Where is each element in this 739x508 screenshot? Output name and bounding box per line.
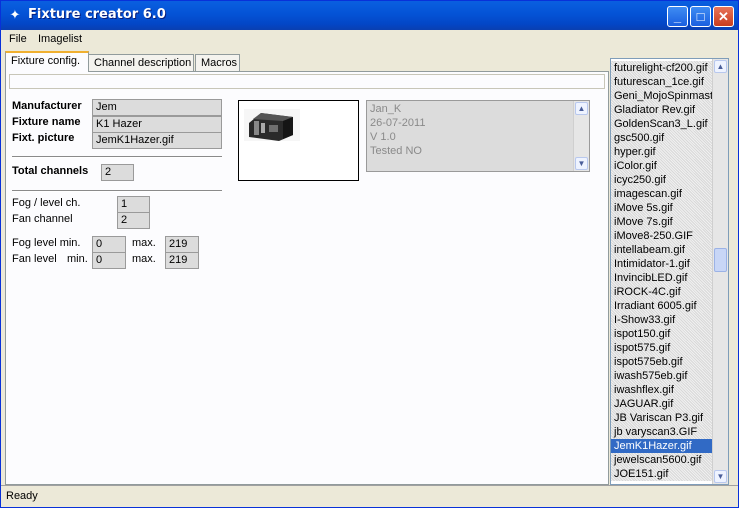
list-item[interactable]: Intimidator-1.gif: [611, 257, 712, 271]
fan-channel-label: Fan channel: [12, 213, 73, 225]
fog-level-ch-field[interactable]: 1: [117, 196, 150, 213]
status-text: Ready: [6, 490, 38, 502]
list-item[interactable]: JAGUAR.gif: [611, 397, 712, 411]
notes-version: V 1.0: [370, 131, 396, 143]
menu-bar: File Imagelist: [1, 30, 738, 48]
list-item[interactable]: hyper.gif: [611, 145, 712, 159]
scroll-down-icon[interactable]: ▼: [575, 157, 588, 170]
fixture-picture-frame[interactable]: [238, 100, 359, 181]
tab-macros[interactable]: Macros: [195, 54, 240, 71]
maximize-icon: □: [696, 9, 705, 24]
window-title: Fixture creator 6.0: [28, 7, 166, 22]
hazer-fixture-image: [244, 109, 300, 141]
fixture-config-panel: Manufacturer Jem Fixture name K1 Hazer F…: [5, 71, 609, 485]
divider: [12, 156, 222, 158]
list-item[interactable]: JemK1Hazer.gif: [611, 439, 712, 453]
scroll-up-icon[interactable]: ▲: [575, 102, 588, 115]
close-button[interactable]: ✕: [713, 6, 734, 27]
total-channels-field[interactable]: 2: [101, 164, 134, 181]
list-item[interactable]: InvincibLED.gif: [611, 271, 712, 285]
list-item[interactable]: intellabeam.gif: [611, 243, 712, 257]
list-item[interactable]: ispot575eb.gif: [611, 355, 712, 369]
list-item[interactable]: futurescan_1ce.gif: [611, 75, 712, 89]
list-item[interactable]: jewelscan5600.gif: [611, 453, 712, 467]
tab-channel-description[interactable]: Channel description: [88, 54, 194, 71]
fog-level-ch-label: Fog / level ch.: [12, 197, 81, 209]
maximize-button[interactable]: □: [690, 6, 711, 27]
notes-date: 26-07-2011: [370, 117, 426, 129]
list-item[interactable]: JB Variscan P3.gif: [611, 411, 712, 425]
imagelist-listbox[interactable]: futurelight-cf200.gif futurescan_1ce.gif G…: [610, 58, 729, 485]
list-item[interactable]: icyc250.gif: [611, 173, 712, 187]
list-item[interactable]: ispot150.gif: [611, 327, 712, 341]
notes-scrollbar[interactable]: ▲ ▼: [573, 101, 589, 171]
menu-file[interactable]: File: [9, 33, 27, 45]
list-item[interactable]: Irradiant 6005.gif: [611, 299, 712, 313]
fog-max-label: max.: [132, 237, 156, 249]
app-icon: ✦: [9, 7, 21, 22]
fixture-name-field[interactable]: K1 Hazer: [92, 116, 222, 133]
list-item[interactable]: jb varyscan3.GIF: [611, 425, 712, 439]
list-item[interactable]: imagescan.gif: [611, 187, 712, 201]
fan-max-label: max.: [132, 253, 156, 265]
close-icon: ✕: [718, 9, 729, 24]
list-item[interactable]: iwash575eb.gif: [611, 369, 712, 383]
list-item[interactable]: gsc500.gif: [611, 131, 712, 145]
app-window: ✦ Fixture creator 6.0 _ □ ✕ File Imageli…: [0, 0, 739, 508]
list-item[interactable]: iMove 7s.gif: [611, 215, 712, 229]
imagelist-scrollbar[interactable]: ▲ ▼: [712, 59, 728, 484]
scroll-down-icon[interactable]: ▼: [714, 470, 727, 483]
list-item[interactable]: Geni_MojoSpinmaste: [611, 89, 712, 103]
manufacturer-field[interactable]: Jem: [92, 99, 222, 116]
notes-author: Jan_K: [370, 103, 402, 115]
fan-level-label: Fan level: [12, 253, 57, 265]
scroll-up-icon[interactable]: ▲: [714, 60, 727, 73]
divider: [12, 190, 222, 192]
title-bar[interactable]: ✦ Fixture creator 6.0 _ □ ✕: [1, 1, 738, 30]
scroll-thumb[interactable]: [714, 248, 727, 273]
list-item[interactable]: iMove8-250.GIF: [611, 229, 712, 243]
fog-min-field[interactable]: 0: [92, 236, 126, 253]
notes-box[interactable]: Jan_K 26-07-2011 V 1.0 Tested NO ▲ ▼: [366, 100, 590, 172]
fan-max-field[interactable]: 219: [165, 252, 199, 269]
list-item[interactable]: iColor.gif: [611, 159, 712, 173]
tab-fixture-config[interactable]: Fixture config.: [5, 51, 89, 72]
list-item[interactable]: iMove 5s.gif: [611, 201, 712, 215]
list-item[interactable]: I-Show33.gif: [611, 313, 712, 327]
minimize-button[interactable]: _: [667, 6, 688, 27]
fixt-picture-label: Fixt. picture: [12, 132, 75, 144]
fixture-name-label: Fixture name: [12, 116, 81, 128]
list-item[interactable]: JOE151.gif: [611, 467, 712, 481]
notes-tested: Tested NO: [370, 145, 422, 157]
fog-level-min-label: Fog level min.: [12, 237, 81, 249]
list-item[interactable]: Gladiator Rev.gif: [611, 103, 712, 117]
list-item[interactable]: ispot575.gif: [611, 341, 712, 355]
fog-max-field[interactable]: 219: [165, 236, 199, 253]
list-item[interactable]: iwashflex.gif: [611, 383, 712, 397]
total-channels-label: Total channels: [12, 165, 89, 177]
fan-min-field[interactable]: 0: [92, 252, 126, 269]
status-bar: Ready: [1, 485, 738, 507]
fixt-picture-field[interactable]: JemK1Hazer.gif: [92, 132, 222, 149]
list-item[interactable]: futurelight-cf200.gif: [611, 61, 712, 75]
list-item[interactable]: GoldenScan3_L.gif: [611, 117, 712, 131]
imagelist-items: futurelight-cf200.gif futurescan_1ce.gif G…: [611, 61, 712, 481]
list-item[interactable]: iROCK-4C.gif: [611, 285, 712, 299]
manufacturer-label: Manufacturer: [12, 100, 82, 112]
fan-min-label: min.: [67, 253, 88, 265]
fan-channel-field[interactable]: 2: [117, 212, 150, 229]
menu-imagelist[interactable]: Imagelist: [38, 33, 82, 45]
minimize-icon: _: [673, 9, 682, 24]
top-strip: [9, 74, 605, 89]
